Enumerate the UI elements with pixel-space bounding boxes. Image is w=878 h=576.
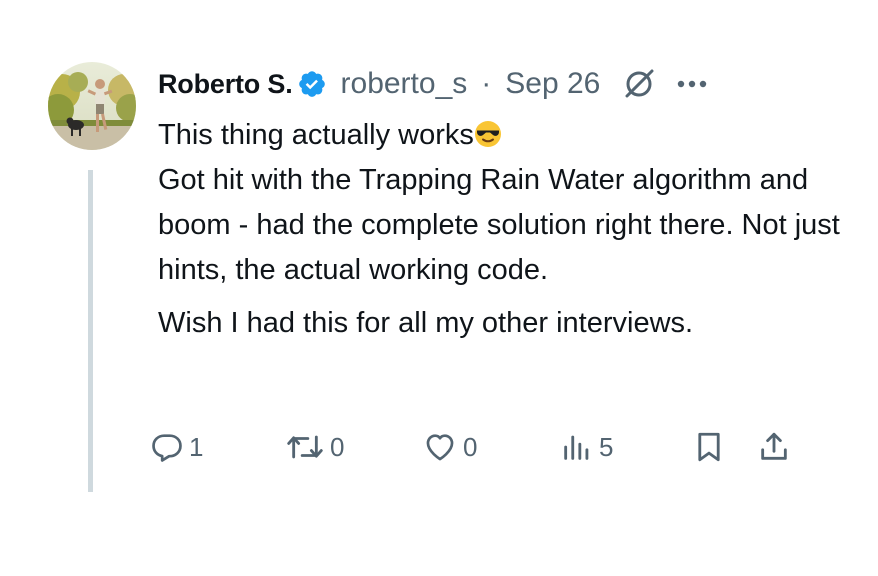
author-name[interactable]: Roberto S. bbox=[158, 69, 293, 100]
views-count: 5 bbox=[599, 431, 614, 462]
repost-count: 0 bbox=[330, 431, 345, 462]
like-button[interactable]: 0 bbox=[422, 430, 477, 464]
views-icon bbox=[564, 435, 589, 460]
views-button[interactable]: 5 bbox=[560, 430, 613, 464]
reply-count: 1 bbox=[189, 431, 204, 462]
post-text-body: Got hit with the Trapping Rain Water alg… bbox=[158, 164, 840, 286]
bookmark-icon bbox=[698, 432, 720, 462]
share-icon bbox=[761, 432, 787, 460]
sunglasses-emoji-icon bbox=[474, 117, 502, 147]
post-header: Roberto S. roberto_s · Sep 26 bbox=[158, 62, 708, 106]
like-icon bbox=[426, 434, 454, 461]
header-separator: · bbox=[481, 67, 492, 100]
avatar[interactable] bbox=[48, 62, 136, 150]
share-button[interactable] bbox=[757, 430, 791, 464]
reply-icon bbox=[152, 434, 182, 462]
grok-icon[interactable] bbox=[622, 67, 656, 101]
verified-badge-icon[interactable] bbox=[297, 69, 327, 99]
post-paragraph-1: This thing actually works Got hit with t… bbox=[158, 113, 858, 293]
post-date[interactable]: Sep 26 bbox=[505, 67, 600, 101]
like-count: 0 bbox=[463, 431, 478, 462]
bookmark-button[interactable] bbox=[692, 430, 726, 464]
post: Roberto S. roberto_s · Sep 26 This thing… bbox=[0, 0, 878, 576]
post-content: This thing actually works Got hit with t… bbox=[158, 113, 858, 346]
post-paragraph-2: Wish I had this for all my other intervi… bbox=[158, 307, 694, 339]
repost-button[interactable]: 0 bbox=[285, 430, 344, 464]
post-text-first-line: This thing actually works bbox=[158, 119, 474, 151]
reply-button[interactable]: 1 bbox=[150, 430, 203, 464]
action-bar: 1 0 0 5 bbox=[0, 424, 878, 472]
more-icon[interactable] bbox=[676, 79, 708, 89]
repost-icon bbox=[287, 435, 323, 459]
author-handle[interactable]: roberto_s bbox=[341, 67, 468, 101]
avatar-photo bbox=[48, 62, 136, 150]
